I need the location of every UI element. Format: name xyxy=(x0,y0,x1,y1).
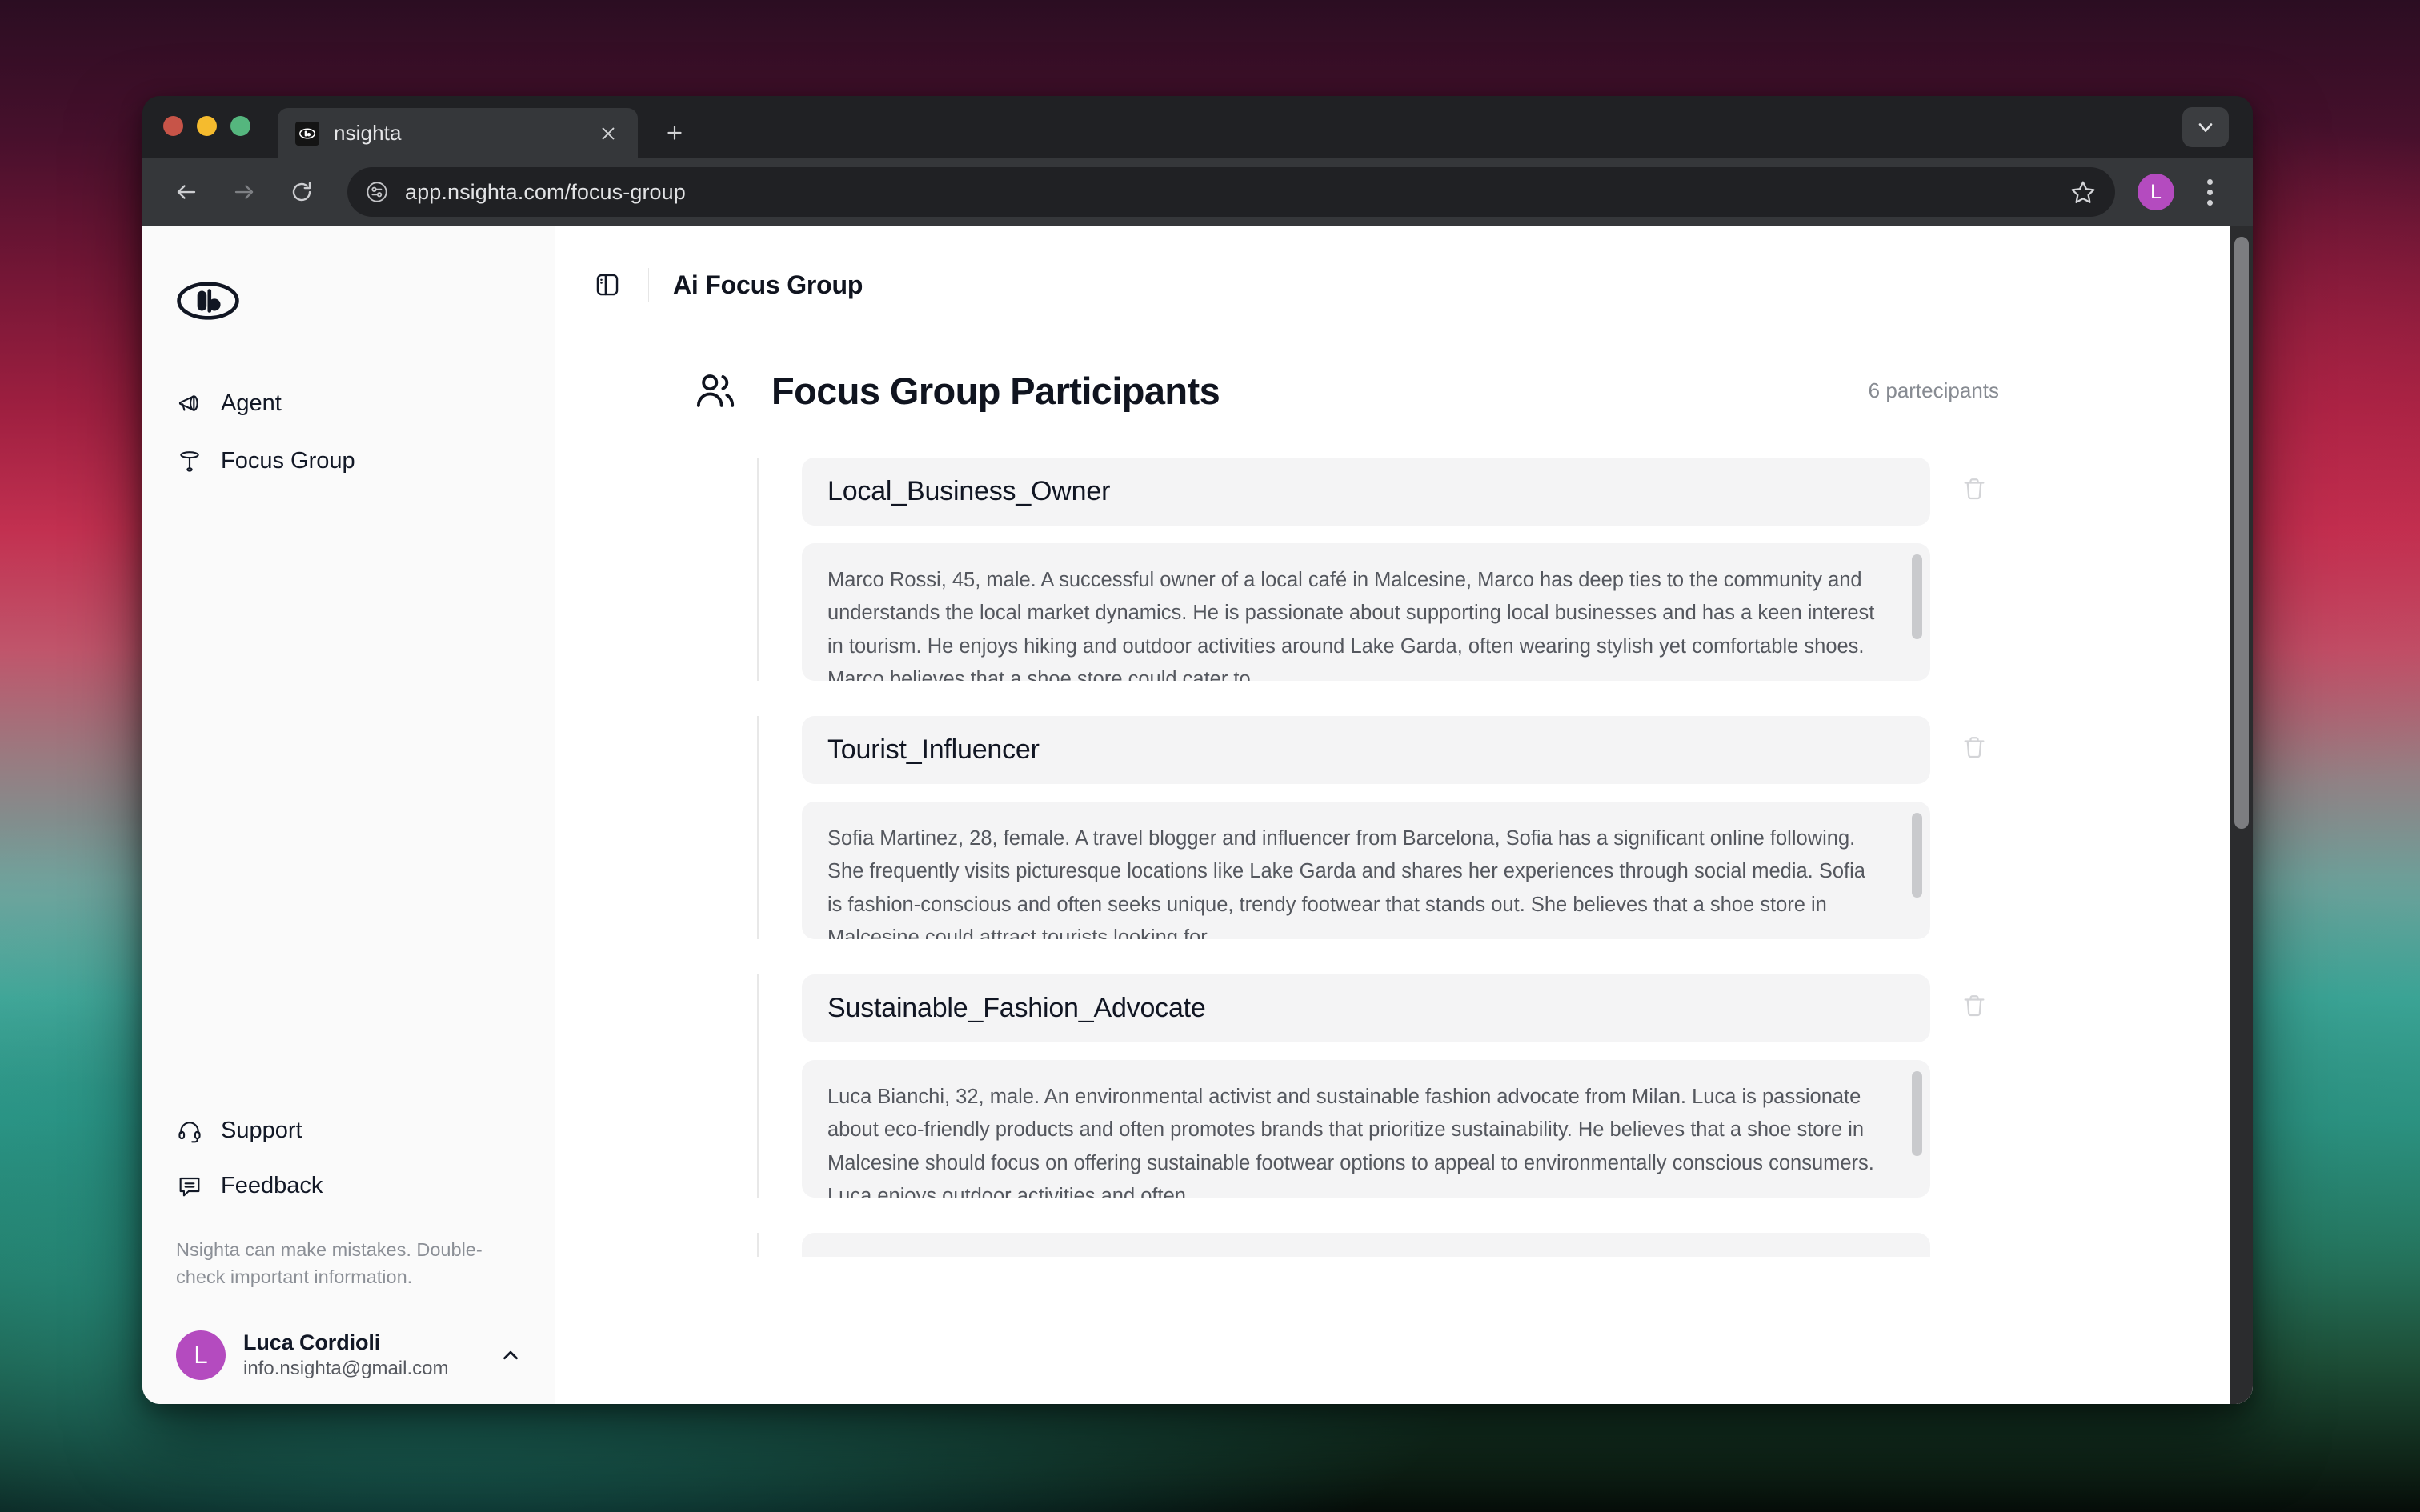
browser-window: nsighta app.nsighta.com/focus-group L Ag… xyxy=(142,96,2253,1404)
window-maximize-button[interactable] xyxy=(230,115,250,136)
avatar: L xyxy=(176,1330,226,1380)
participant-name-input[interactable] xyxy=(802,1233,1930,1257)
kebab-menu-icon[interactable] xyxy=(2190,170,2229,214)
header-divider xyxy=(648,268,649,302)
users-icon xyxy=(693,368,738,413)
participant-description-box[interactable]: Marco Rossi, 45, male. A successful owne… xyxy=(802,543,1930,681)
browser-tab-title: nsighta xyxy=(334,121,402,145)
address-bar-url: app.nsighta.com/focus-group xyxy=(405,179,686,204)
sidebar-item-label: Support xyxy=(221,1118,302,1144)
sidebar-item-label: Feedback xyxy=(221,1173,323,1199)
user-email: info.nsighta@gmail.com xyxy=(243,1358,449,1379)
browser-tab-nsighta[interactable]: nsighta xyxy=(278,108,638,158)
description-scrollbar[interactable] xyxy=(1909,543,1930,681)
sidebar-nav: Agent Focus Group xyxy=(142,374,555,490)
participant-description-text: Luca Bianchi, 32, male. An environmental… xyxy=(827,1086,1874,1198)
sidebar-item-focus-group[interactable]: Focus Group xyxy=(142,434,542,487)
participant-description-box[interactable]: Luca Bianchi, 32, male. An environmental… xyxy=(802,1060,1930,1198)
participant-name-input[interactable]: Local_Business_Owner xyxy=(802,458,1930,526)
site-settings-icon[interactable] xyxy=(362,177,392,207)
participant-name-input[interactable]: Tourist_Influencer xyxy=(802,716,1930,784)
description-scrollbar[interactable] xyxy=(1909,1060,1930,1198)
nsighta-eye-icon xyxy=(295,121,319,146)
participant-description-box[interactable]: Sofia Martinez, 28, female. A travel blo… xyxy=(802,802,1930,939)
page-scroll-thumb[interactable] xyxy=(2234,237,2249,829)
megaphone-icon xyxy=(176,390,203,417)
headset-icon xyxy=(176,1118,203,1145)
new-tab-button[interactable] xyxy=(655,114,694,152)
nsighta-eye-logo[interactable] xyxy=(142,258,555,323)
trash-icon[interactable] xyxy=(1930,458,2018,520)
user-name: Luca Cordioli xyxy=(243,1330,381,1354)
browser-toolbar: app.nsighta.com/focus-group L xyxy=(142,158,2253,226)
page-scrollbar[interactable] xyxy=(2230,226,2253,1404)
trash-icon[interactable] xyxy=(1930,974,2018,1037)
browser-tab-strip: nsighta xyxy=(142,96,2253,158)
message-square-icon xyxy=(176,1173,203,1200)
participant-name-input[interactable]: Sustainable_Fashion_Advocate xyxy=(802,974,1930,1042)
page-title: Ai Focus Group xyxy=(673,270,863,299)
sidebar-item-support[interactable]: Support xyxy=(142,1105,542,1158)
content-inner: Focus Group Participants 6 partecipants … xyxy=(555,309,2092,1257)
participant-card: Tourist_Influencer Sofia Martinez, 28, f… xyxy=(757,716,2018,939)
sidebar-item-feedback[interactable]: Feedback xyxy=(142,1160,542,1213)
main-content: Ai Focus Group Focus Group Participants … xyxy=(555,226,2253,1404)
window-minimize-button[interactable] xyxy=(197,115,217,136)
participants-list: Local_Business_Owner Marco Rossi, 45, ma… xyxy=(643,458,2018,1257)
description-scroll-thumb[interactable] xyxy=(1912,1071,1922,1156)
section-title: Focus Group Participants xyxy=(771,369,1220,412)
description-scroll-thumb[interactable] xyxy=(1912,554,1922,639)
reload-icon[interactable] xyxy=(277,167,327,217)
main-header: Ai Focus Group xyxy=(555,226,2253,309)
sidebar-item-label: Focus Group xyxy=(221,447,355,474)
arrow-left-icon[interactable] xyxy=(162,167,211,217)
participant-card: Sustainable_Fashion_Advocate Luca Bianch… xyxy=(757,974,2018,1198)
window-traffic-lights xyxy=(163,96,250,158)
participant-card: Local_Business_Owner Marco Rossi, 45, ma… xyxy=(757,458,2018,681)
star-icon[interactable] xyxy=(2065,174,2101,210)
close-icon[interactable] xyxy=(595,120,622,147)
sidebar-footer: Support Feedback Nsighta can make mistak… xyxy=(142,1102,555,1404)
participant-card-row: Local_Business_Owner xyxy=(802,458,2018,526)
participants-count: 6 partecipants xyxy=(1868,378,1999,402)
description-scroll-thumb[interactable] xyxy=(1912,813,1922,898)
sidebar-user-profile[interactable]: L Luca Cordioli info.nsighta@gmail.com xyxy=(142,1311,555,1404)
participant-description-text: Marco Rossi, 45, male. A successful owne… xyxy=(827,569,1875,681)
chevron-up-icon[interactable] xyxy=(499,1343,526,1367)
arrow-right-icon[interactable] xyxy=(219,167,269,217)
trash-icon[interactable] xyxy=(1930,716,2018,778)
user-meta: Luca Cordioli info.nsighta@gmail.com xyxy=(243,1330,481,1380)
participant-card-row: Tourist_Influencer xyxy=(802,716,2018,784)
chevron-down-icon[interactable] xyxy=(2182,107,2229,147)
participant-card-row: Sustainable_Fashion_Advocate xyxy=(802,974,2018,1042)
description-scrollbar[interactable] xyxy=(1909,802,1930,939)
sidebar-item-label: Agent xyxy=(221,390,282,416)
page-viewport: Agent Focus Group Support Feedback Nsigh… xyxy=(142,226,2253,1404)
participant-description-text: Sofia Martinez, 28, female. A travel blo… xyxy=(827,827,1865,939)
window-close-button[interactable] xyxy=(163,115,183,136)
funnel-icon xyxy=(176,447,203,474)
participant-card-row xyxy=(802,1233,2018,1257)
sidebar-item-agent[interactable]: Agent xyxy=(142,377,542,430)
trash-icon[interactable] xyxy=(1930,1233,2018,1257)
app-sidebar: Agent Focus Group Support Feedback Nsigh… xyxy=(142,226,555,1404)
content-scroll-area: Focus Group Participants 6 partecipants … xyxy=(555,309,2253,1404)
participant-card xyxy=(757,1233,2018,1257)
sidebar-disclaimer: Nsighta can make mistakes. Double-check … xyxy=(176,1238,483,1287)
panel-left-icon[interactable] xyxy=(591,268,624,302)
address-bar[interactable]: app.nsighta.com/focus-group xyxy=(347,167,2115,217)
browser-profile-avatar[interactable]: L xyxy=(2138,174,2174,210)
section-header: Focus Group Participants 6 partecipants xyxy=(643,368,2018,413)
